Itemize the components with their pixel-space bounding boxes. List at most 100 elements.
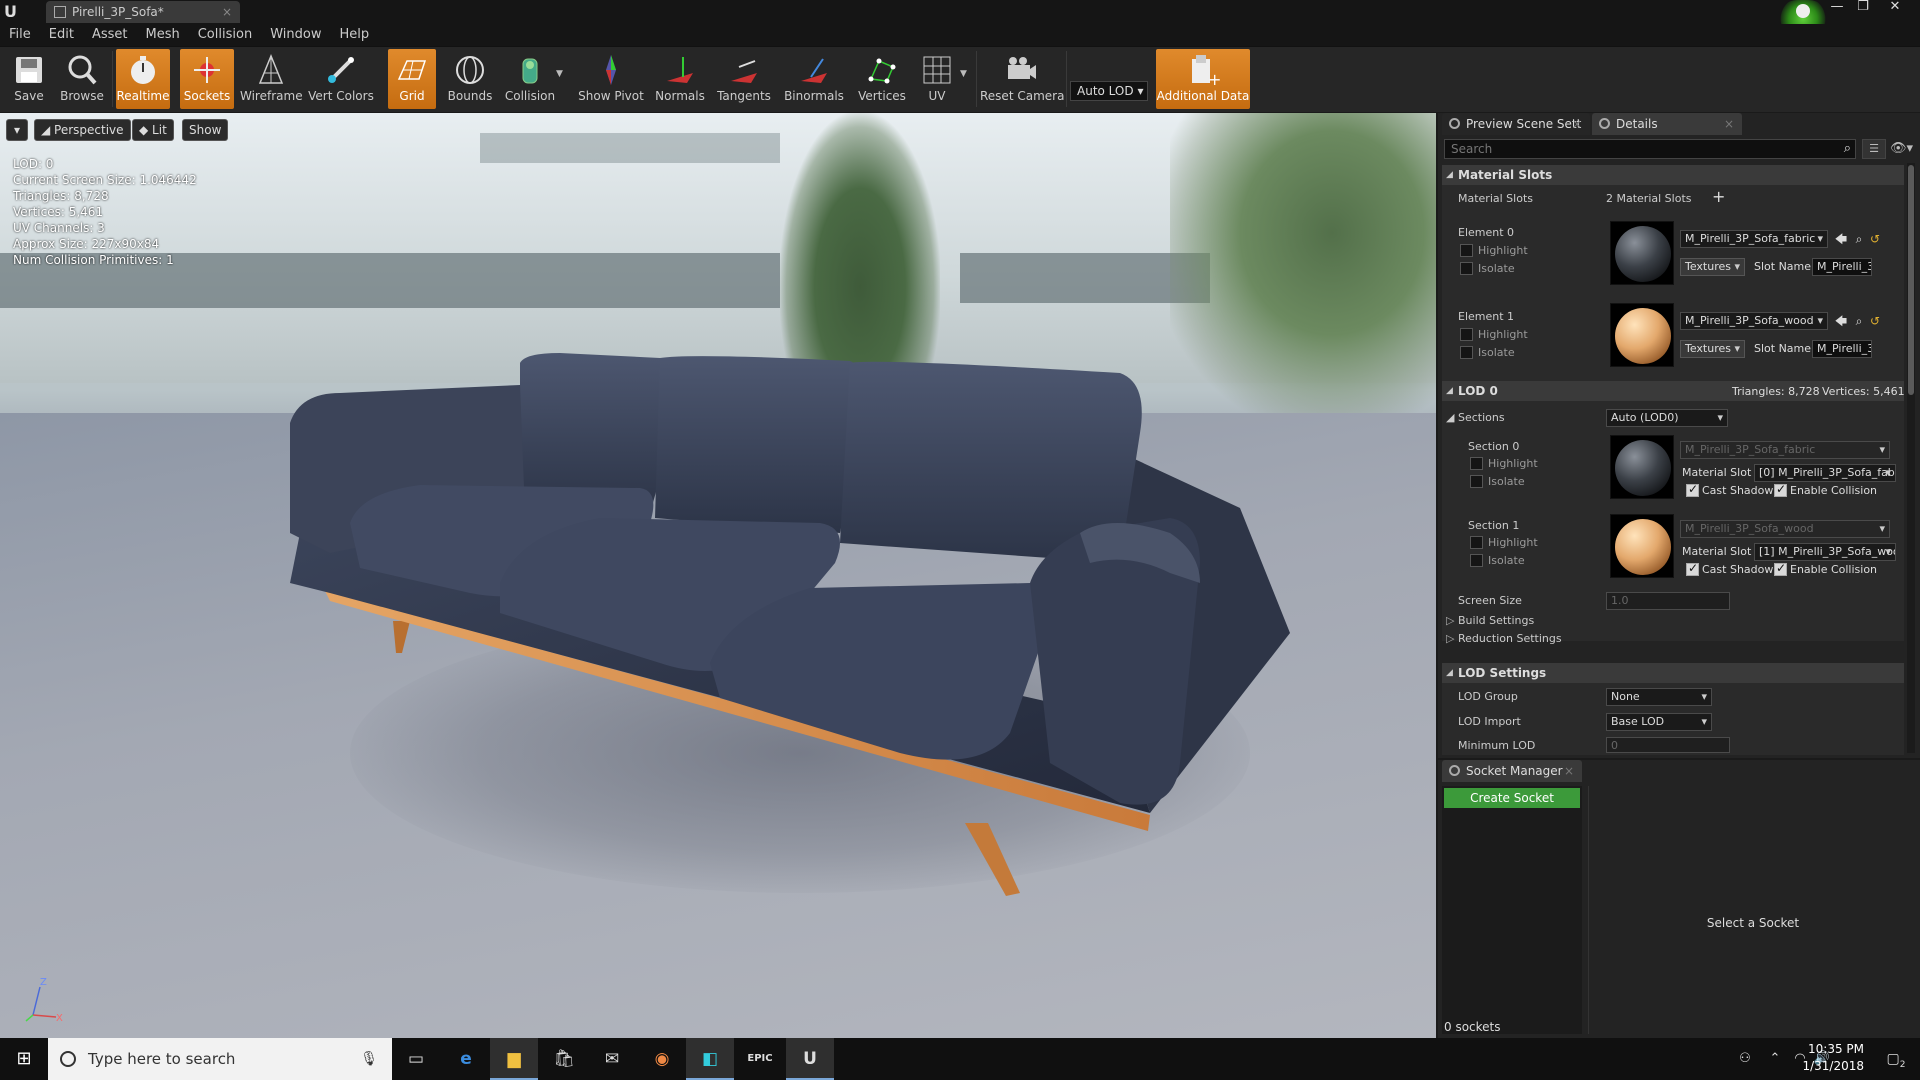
vertices-button[interactable]: Vertices (854, 49, 910, 109)
section-0-cast-shadow-checkbox[interactable] (1686, 482, 1699, 497)
section-0-material-slot-combo[interactable]: [0] M_Pirelli_3P_Sofa_fab (1754, 464, 1896, 482)
element-0-material-thumbnail[interactable] (1610, 221, 1674, 285)
section-1-cast-shadow-checkbox[interactable] (1686, 561, 1699, 576)
asset-tab[interactable]: Pirelli_3P_Sofa* × (46, 1, 240, 23)
reduction-settings-label[interactable]: Reduction Settings (1458, 632, 1562, 645)
uv-button[interactable]: UV (914, 49, 960, 109)
reset-to-default-icon[interactable]: ↺ (1868, 232, 1882, 246)
taskbar-search[interactable]: Type here to search 🎙 (48, 1038, 392, 1080)
chrome-icon[interactable]: ◉ (638, 1038, 686, 1080)
menu-file[interactable]: File (0, 24, 40, 46)
element-1-material-combo[interactable]: M_Pirelli_3P_Sofa_wood (1680, 312, 1828, 330)
preview-viewport[interactable]: ▾ ◢ Perspective ◆ Lit Show LOD: 0 Curren… (0, 113, 1436, 1038)
element-1-slot-name-field[interactable]: M_Pirelli_3 (1812, 340, 1872, 358)
wireframe-button[interactable]: Wireframe (240, 49, 303, 109)
tab-close-icon[interactable]: × (222, 1, 232, 23)
unreal-engine-icon[interactable]: U (786, 1038, 834, 1080)
tab-close-icon[interactable]: × (1572, 113, 1582, 135)
section-0-material-thumbnail[interactable] (1610, 435, 1674, 499)
view-options-eye-icon[interactable]: 👁▾ (1890, 139, 1916, 159)
tangents-button[interactable]: Tangents (714, 49, 774, 109)
close-button[interactable]: ✕ (1885, 0, 1905, 16)
mail-icon[interactable]: ✉ (588, 1038, 636, 1080)
normals-button[interactable]: Normals (652, 49, 708, 109)
element-0-material-combo[interactable]: M_Pirelli_3P_Sofa_fabric (1680, 230, 1828, 248)
element-1-material-thumbnail[interactable] (1610, 303, 1674, 367)
element-1-isolate-checkbox[interactable] (1460, 346, 1473, 359)
bounds-button[interactable]: Bounds (444, 49, 496, 109)
vert-colors-button[interactable]: Vert Colors (306, 49, 376, 109)
section-0-isolate-checkbox[interactable] (1470, 475, 1483, 488)
perspective-button[interactable]: ◢ Perspective (34, 119, 131, 141)
collision-button[interactable]: Collision (502, 49, 558, 109)
additional-data-button[interactable]: + Additional Data (1156, 49, 1250, 109)
browse-asset-icon[interactable]: ⌕ (1852, 314, 1866, 328)
lod-dropdown[interactable]: Auto LOD ▾ (1070, 81, 1148, 101)
tab-details[interactable]: Details × (1592, 113, 1742, 135)
viewport-options-button[interactable]: ▾ (6, 119, 28, 141)
people-icon[interactable]: ⚇ (1730, 1038, 1760, 1080)
use-selected-arrow-icon[interactable]: 🡄 (1834, 314, 1848, 328)
reset-to-default-icon[interactable]: ↺ (1868, 314, 1882, 328)
build-settings-label[interactable]: Build Settings (1458, 614, 1534, 627)
save-button[interactable]: Save (4, 49, 54, 109)
microphone-icon[interactable]: 🎙 (360, 1038, 378, 1080)
element-0-highlight-checkbox[interactable] (1460, 244, 1473, 257)
store-icon[interactable]: 🛍 (540, 1038, 588, 1080)
section-0-highlight-checkbox[interactable] (1470, 457, 1483, 470)
uv-dropdown-icon[interactable]: ▼ (960, 69, 967, 79)
details-search[interactable]: ⌕ (1444, 139, 1856, 159)
task-view-icon[interactable]: ▭ (392, 1038, 440, 1080)
tab-close-icon[interactable]: × (1564, 760, 1574, 782)
lit-button[interactable]: ◆ Lit (132, 119, 174, 141)
realtime-button[interactable]: Realtime (116, 49, 170, 109)
file-explorer-icon[interactable]: ▆ (490, 1038, 538, 1080)
lod-settings-category[interactable]: ◢ LOD Settings (1442, 663, 1904, 683)
add-material-slot-button[interactable]: + (1712, 187, 1725, 206)
app-icon[interactable]: ◧ (686, 1038, 734, 1080)
menu-mesh[interactable]: Mesh (137, 24, 189, 46)
tab-preview-scene-settings[interactable]: Preview Scene Sett × (1442, 113, 1590, 135)
material-slots-category[interactable]: ◢ Material Slots (1442, 165, 1904, 185)
element-1-textures-button[interactable]: Textures (1680, 340, 1746, 358)
show-pivot-button[interactable]: Show Pivot (576, 49, 646, 109)
property-matrix-button[interactable]: ☰ (1862, 139, 1886, 159)
menu-edit[interactable]: Edit (40, 24, 83, 46)
element-0-slot-name-field[interactable]: M_Pirelli_3 (1812, 258, 1872, 276)
restore-button[interactable]: ❐ (1853, 0, 1873, 16)
start-button[interactable]: ⊞ (0, 1038, 48, 1080)
element-1-highlight-checkbox[interactable] (1460, 328, 1473, 341)
epic-games-launcher-icon[interactable]: EPIC (736, 1038, 784, 1080)
build-settings-expand-icon[interactable]: ▷ (1446, 614, 1454, 627)
section-0-enable-collision-checkbox[interactable] (1774, 482, 1787, 497)
menu-asset[interactable]: Asset (83, 24, 137, 46)
sofa-mesh[interactable] (0, 113, 1436, 1038)
sections-expand-icon[interactable]: ◢ (1446, 411, 1454, 424)
element-0-isolate-checkbox[interactable] (1460, 262, 1473, 275)
reset-camera-button[interactable]: Reset Camera (980, 49, 1064, 109)
section-1-material-thumbnail[interactable] (1610, 514, 1674, 578)
details-search-input[interactable] (1445, 140, 1855, 158)
section-1-isolate-checkbox[interactable] (1470, 554, 1483, 567)
tab-close-icon[interactable]: × (1724, 113, 1734, 135)
section-1-highlight-checkbox[interactable] (1470, 536, 1483, 549)
grid-button[interactable]: Grid (388, 49, 436, 109)
lod-import-combo[interactable]: Base LOD (1606, 713, 1712, 731)
section-1-material-slot-combo[interactable]: [1] M_Pirelli_3P_Sofa_woo (1754, 543, 1896, 561)
use-selected-arrow-icon[interactable]: 🡄 (1834, 232, 1848, 246)
browse-asset-icon[interactable]: ⌕ (1852, 232, 1866, 246)
details-scroll-thumb[interactable] (1908, 165, 1914, 395)
collision-dropdown-icon[interactable]: ▼ (556, 69, 563, 79)
menu-collision[interactable]: Collision (189, 24, 261, 46)
element-0-textures-button[interactable]: Textures (1680, 258, 1746, 276)
menu-window[interactable]: Window (261, 24, 330, 46)
chevron-up-icon[interactable]: ⌃ (1760, 1038, 1790, 1080)
menu-help[interactable]: Help (330, 24, 378, 46)
sections-lod-combo[interactable]: Auto (LOD0) (1606, 409, 1728, 427)
socket-list[interactable]: Create Socket 0 sockets (1442, 786, 1582, 1034)
lod-group-combo[interactable]: None (1606, 688, 1712, 706)
binormals-button[interactable]: Binormals (780, 49, 848, 109)
edge-browser-icon[interactable]: e (442, 1038, 490, 1080)
section-1-enable-collision-checkbox[interactable] (1774, 561, 1787, 576)
sockets-button[interactable]: Sockets (180, 49, 234, 109)
